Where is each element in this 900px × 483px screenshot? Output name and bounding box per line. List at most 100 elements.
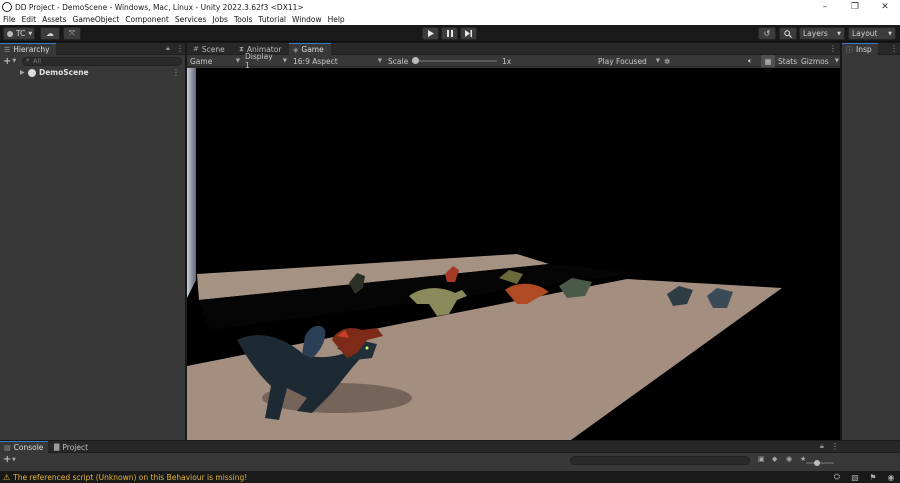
minimize-button[interactable]: –: [810, 0, 840, 14]
tab-game[interactable]: ◈ Game: [289, 43, 331, 55]
chevron-down-icon: ▼: [888, 30, 892, 37]
debug-mode-icon[interactable]: ⛭: [831, 472, 843, 482]
pipeline-icon[interactable]: ⚑: [867, 472, 879, 482]
add-object-button[interactable]: +: [3, 56, 11, 67]
tab-scene-label: Scene: [201, 44, 225, 54]
menu-tools[interactable]: Tools: [234, 15, 252, 24]
project-toolbar: + ▼ ▣ ◆ ◉ ★: [0, 453, 900, 471]
maximize-button[interactable]: ❐: [840, 0, 870, 14]
grid-icon: #: [193, 45, 199, 53]
compile-icon[interactable]: ▧: [849, 472, 861, 482]
lock-icon[interactable]: 🔒︎: [820, 442, 824, 451]
menu-services[interactable]: Services: [175, 15, 207, 24]
add-asset-button[interactable]: +: [3, 454, 11, 465]
step-button[interactable]: [460, 27, 477, 40]
stats-button[interactable]: Stats: [778, 55, 797, 67]
menu-tutorial[interactable]: Tutorial: [258, 15, 286, 24]
tab-hierarchy-label: Hierarchy: [13, 45, 50, 54]
chevron-down-icon: ▼: [12, 58, 17, 64]
menu-edit[interactable]: Edit: [22, 15, 37, 24]
game-mode-dropdown[interactable]: Game ▼: [190, 55, 240, 67]
bug-icon[interactable]: ✲: [664, 55, 670, 67]
status-message[interactable]: The referenced script (Unknown) on this …: [13, 473, 247, 482]
layout-dropdown[interactable]: Layout ▼: [848, 27, 896, 40]
account-dropdown[interactable]: TC ▼: [3, 27, 35, 40]
cloud-button[interactable]: ☁: [40, 27, 60, 40]
pause-icon: [446, 30, 453, 37]
menu-jobs[interactable]: Jobs: [212, 15, 227, 24]
bottom-tabbar: ▤ Console ▇ Project 🔒︎ ⋮: [0, 441, 900, 453]
play-mode-label: Play Focused: [598, 56, 647, 66]
scale-slider[interactable]: [412, 57, 497, 64]
gizmos-dropdown[interactable]: Gizmos ▼: [801, 55, 839, 67]
scale-value: 1x: [502, 56, 512, 66]
account-icon: [7, 30, 13, 37]
search-button[interactable]: [779, 27, 797, 40]
hierarchy-search-input[interactable]: [22, 56, 182, 66]
display-dropdown[interactable]: Display 1 ▼: [245, 52, 287, 70]
notifications-icon[interactable]: ◉: [885, 472, 897, 482]
inspector-panel: ⓘ Insp ⋮: [842, 43, 900, 440]
pause-button[interactable]: [441, 27, 458, 40]
animator-icon: ⧗: [239, 44, 244, 53]
account-label: TC: [16, 29, 26, 38]
tab-hierarchy[interactable]: ☰ Hierarchy: [0, 43, 56, 55]
menu-bar: File Edit Assets GameObject Component Se…: [0, 14, 900, 25]
filter-label-icon[interactable]: ◆: [772, 455, 777, 463]
more-options-icon[interactable]: ⋮: [829, 44, 837, 53]
play-mode-dropdown[interactable]: Play Focused ▼: [598, 55, 660, 67]
folder-icon: ▇: [54, 443, 60, 451]
scene-name: DemoScene: [39, 68, 89, 77]
chevron-down-icon: ▼: [837, 30, 841, 37]
window-title: DD Project - DemoScene - Windows, Mac, L…: [15, 2, 304, 12]
chevron-down-icon: ▼: [834, 58, 839, 64]
game-toolbar: Game ▼ Display 1 ▼ 16:9 Aspect ▼ Scale 1…: [187, 52, 840, 70]
filter-type-icon[interactable]: ▣: [758, 455, 765, 463]
more-options-icon[interactable]: ⋮: [172, 68, 180, 77]
visibility-icon[interactable]: ◉: [786, 455, 792, 463]
layers-dropdown[interactable]: Layers ▼: [799, 27, 845, 40]
menu-help[interactable]: Help: [328, 15, 345, 24]
more-options-icon[interactable]: ⋮: [176, 44, 184, 53]
list-icon: ☰: [4, 45, 11, 54]
hierarchy-toolbar: + ▼ ⌕: [0, 55, 185, 67]
hierarchy-panel: ☰ Hierarchy 🔒︎ ⋮ + ▼ ⌕ ▶ DemoScene ⋮: [0, 43, 185, 440]
audio-mute-icon[interactable]: 🔈︎: [748, 55, 753, 67]
game-view-panel: # Scene ⧗ Animator ◈ Game ⋮ Game ▼ Displ…: [187, 43, 840, 440]
expand-arrow-icon[interactable]: ▶: [20, 69, 28, 76]
project-search-input[interactable]: [570, 456, 750, 465]
collab-button[interactable]: ⤲: [63, 27, 81, 40]
gamepad-icon: ◈: [293, 45, 299, 54]
menu-component[interactable]: Component: [125, 15, 169, 24]
status-bar: ⚠ The referenced script (Unknown) on thi…: [0, 471, 900, 483]
lock-icon[interactable]: 🔒︎: [166, 44, 170, 53]
search-icon: ⌕: [26, 56, 30, 64]
tab-inspector[interactable]: ⓘ Insp: [842, 43, 878, 55]
game-viewport[interactable]: [187, 68, 840, 440]
menu-assets[interactable]: Assets: [42, 15, 66, 24]
icon-size-knob[interactable]: [814, 459, 820, 466]
tab-scene[interactable]: # Scene: [189, 43, 233, 55]
unity-scene-icon: [28, 68, 36, 77]
cloud-icon: ☁: [46, 29, 54, 38]
history-button[interactable]: ↺: [758, 27, 776, 40]
step-icon: [465, 30, 472, 37]
tab-project[interactable]: ▇ Project: [50, 441, 98, 453]
menu-gameobject[interactable]: GameObject: [73, 15, 120, 24]
icon-size-slider[interactable]: [806, 459, 834, 466]
search-icon: [784, 29, 792, 38]
tab-console[interactable]: ▤ Console: [0, 441, 48, 453]
aspect-dropdown[interactable]: 16:9 Aspect ▼: [293, 55, 382, 67]
more-options-icon[interactable]: ⋮: [890, 44, 898, 53]
scene-row[interactable]: ▶ DemoScene ⋮: [0, 67, 185, 78]
menu-window[interactable]: Window: [292, 15, 322, 24]
layers-label: Layers: [803, 29, 828, 38]
more-options-icon[interactable]: ⋮: [831, 442, 839, 451]
warning-icon: ⚠: [3, 472, 11, 482]
close-button[interactable]: ✕: [870, 0, 900, 14]
scale-slider-knob[interactable]: [412, 57, 419, 64]
menu-file[interactable]: File: [3, 15, 16, 24]
play-button[interactable]: [422, 27, 439, 40]
gizmo-toggle-icon[interactable]: ▦: [761, 55, 775, 67]
wall-edge: [187, 68, 196, 298]
